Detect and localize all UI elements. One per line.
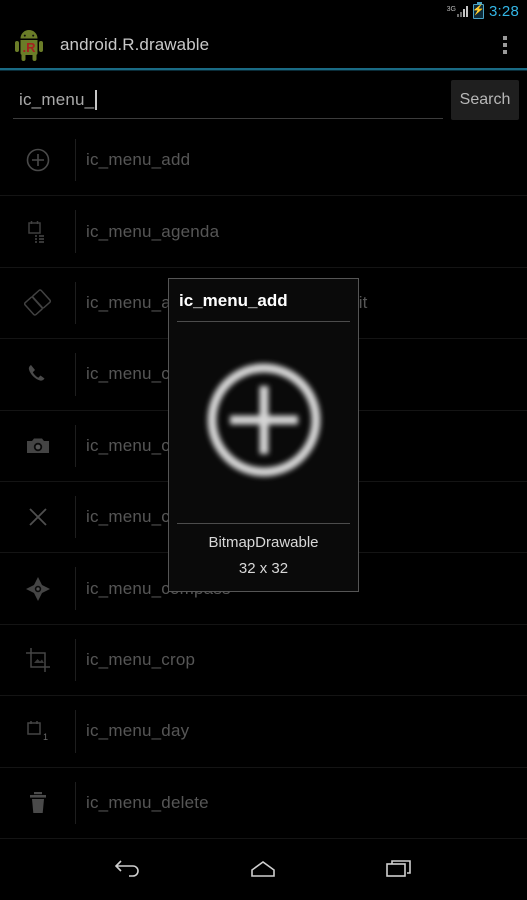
dialog-preview-area	[169, 322, 358, 523]
svg-text:.R: .R	[23, 40, 37, 55]
day-calendar-icon: 1	[0, 696, 75, 766]
dialog-footer: BitmapDrawable 32 x 32	[169, 524, 358, 591]
battery-charging-icon: ⚡	[472, 1, 485, 19]
app-screen: 3G ⚡ 3:28 .R android.R.drawable ic_menu_…	[0, 0, 527, 900]
action-bar: .R android.R.drawable	[0, 22, 527, 68]
system-nav-bar	[0, 840, 527, 900]
drawable-type-label: BitmapDrawable	[208, 534, 319, 551]
search-button[interactable]: Search	[451, 80, 519, 120]
list-item-label: ic_menu_add	[86, 150, 191, 170]
search-row: ic_menu_ Search	[0, 75, 527, 125]
row-divider	[75, 353, 76, 396]
row-divider	[75, 495, 76, 539]
list-item[interactable]: ic_menu_delete	[0, 768, 527, 839]
status-bar: 3G ⚡ 3:28	[0, 0, 527, 22]
row-divider	[75, 424, 76, 467]
home-icon[interactable]	[226, 847, 300, 894]
search-input[interactable]: ic_menu_	[13, 81, 443, 119]
list-item[interactable]: 1 ic_menu_day	[0, 696, 527, 768]
overflow-menu-icon[interactable]	[497, 30, 513, 60]
back-arrow-icon[interactable]	[91, 847, 165, 894]
list-item[interactable]: ic_menu_agenda	[0, 196, 527, 268]
network-type-label: 3G	[446, 5, 456, 13]
plus-circle-large-icon	[198, 354, 330, 491]
list-item[interactable]: ic_menu_crop	[0, 625, 527, 697]
android-robot-r-icon: .R	[12, 28, 46, 62]
svg-text:1: 1	[43, 732, 48, 742]
phone-icon	[0, 339, 75, 409]
page-title: android.R.drawable	[60, 35, 210, 54]
list-item-label: ic_menu_delete	[86, 792, 209, 812]
rotate-icon	[0, 268, 75, 338]
list-item-label: ic_menu_crop	[86, 649, 196, 669]
row-divider	[75, 710, 76, 753]
crop-icon	[0, 625, 75, 695]
row-divider	[75, 210, 76, 253]
plus-circle-icon	[0, 125, 75, 195]
status-clock: 3:28	[489, 2, 519, 20]
action-bar-divider-shadow	[0, 70, 527, 71]
list-item-label: ic_menu_day	[86, 721, 190, 741]
row-divider	[75, 638, 76, 682]
list-item[interactable]: ic_menu_add	[0, 125, 527, 197]
drawable-dimensions-label: 32 x 32	[238, 560, 289, 577]
close-x-icon	[0, 482, 75, 552]
list-item-label: ic_menu_agenda	[86, 221, 220, 241]
signal-bars-icon: 3G	[446, 5, 468, 17]
text-cursor	[95, 89, 97, 110]
dialog-title: ic_menu_add	[179, 291, 288, 310]
agenda-icon	[0, 196, 75, 266]
search-input-value: ic_menu_	[19, 89, 95, 109]
camera-icon	[0, 411, 75, 481]
compass-icon	[0, 553, 75, 623]
trash-icon	[0, 768, 75, 838]
drawable-preview-dialog[interactable]: ic_menu_add BitmapDrawable 32 x 32	[168, 278, 359, 592]
row-divider	[75, 281, 76, 325]
row-divider	[75, 781, 76, 824]
row-divider	[75, 139, 76, 182]
recents-icon[interactable]	[362, 847, 436, 894]
row-divider	[75, 567, 76, 610]
